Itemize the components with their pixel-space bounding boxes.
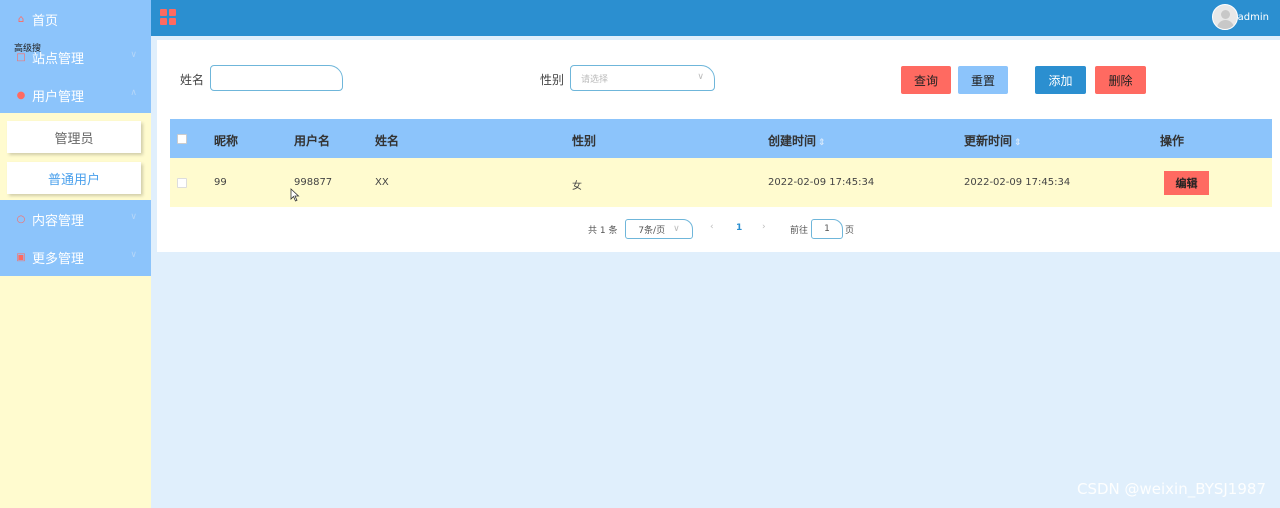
sidebar-item-label: 用户管理 — [32, 89, 85, 105]
delete-button[interactable]: 删除 — [1095, 66, 1146, 94]
watermark-text: CSDN @weixin_BYSJ1987 — [1076, 480, 1266, 498]
column-header-name: 姓名 — [375, 134, 400, 148]
overlay-tooltip-text: 高级搜 — [14, 44, 42, 54]
table-row: 99 998877 XX 女 2022-02-09 17:45:34 2022-… — [170, 158, 1272, 207]
edit-button[interactable]: 编辑 — [1164, 171, 1209, 195]
sidebar-item-label: 内容管理 — [32, 213, 85, 229]
grid-menu-icon[interactable] — [160, 9, 176, 25]
sidebar-item-label: 更多管理 — [32, 251, 85, 267]
sort-icon[interactable]: ⇕ — [1014, 138, 1022, 148]
home-icon: ⌂ — [17, 13, 25, 25]
content-icon: ○ — [16, 213, 26, 225]
chevron-down-icon: ∨ — [130, 212, 137, 222]
gender-select[interactable]: 请选择 ∨ — [570, 65, 715, 91]
page-number-current[interactable]: 1 — [736, 223, 742, 233]
column-header-updated[interactable]: 更新时间 ⇕ — [964, 132, 1022, 149]
avatar[interactable] — [1212, 4, 1238, 30]
gender-label: 性别 — [540, 73, 565, 87]
table-header: 昵称 用户名 姓名 性别 创建时间 ⇕ 更新时间 ⇕ 操作 — [170, 119, 1272, 158]
name-input[interactable] — [210, 65, 343, 91]
name-label: 姓名 — [180, 73, 205, 87]
submenu-item-admin[interactable]: 管理员 — [7, 121, 141, 153]
row-checkbox[interactable] — [177, 178, 187, 188]
top-bar: admin — [151, 0, 1280, 36]
column-header-created[interactable]: 创建时间 ⇕ — [768, 132, 826, 149]
cell-gender: 女 — [572, 181, 582, 192]
sidebar: ⌂ 首页 □ 站点管理 ∨ 高级搜 ● 用户管理 ∧ 管理员 普通用户 ○ 内容… — [0, 0, 151, 508]
page-suffix-label: 页 — [845, 226, 855, 236]
users-submenu: 管理员 普通用户 — [0, 113, 151, 200]
sidebar-item-label: 首页 — [32, 13, 59, 29]
submenu-item-normal-user[interactable]: 普通用户 — [7, 162, 141, 194]
column-header-gender: 性别 — [572, 134, 597, 148]
chevron-down-icon: ∨ — [130, 250, 137, 260]
chevron-down-icon: ∨ — [673, 224, 680, 234]
next-page-icon[interactable]: › — [762, 222, 766, 232]
cell-created: 2022-02-09 17:45:34 — [768, 177, 875, 188]
chevron-down-icon: ∨ — [697, 72, 704, 82]
pagination-total: 共 1 条 — [588, 226, 618, 236]
sidebar-item-users[interactable]: ● 用户管理 ∧ — [0, 76, 151, 114]
mouse-cursor-icon — [290, 188, 300, 202]
add-button[interactable]: 添加 — [1035, 66, 1086, 94]
reset-button[interactable]: 重置 — [958, 66, 1008, 94]
goto-page-input[interactable]: 1 — [811, 219, 843, 239]
sidebar-item-home[interactable]: ⌂ 首页 — [0, 0, 151, 38]
select-all-checkbox[interactable] — [177, 134, 187, 144]
sidebar-item-more[interactable]: ▣ 更多管理 ∨ — [0, 238, 151, 276]
chevron-up-icon: ∧ — [130, 88, 137, 98]
goto-label: 前往 — [790, 226, 809, 236]
username-label[interactable]: admin — [1238, 12, 1269, 23]
page-size-select[interactable]: 7条/页 ∨ — [625, 219, 693, 239]
gender-select-placeholder: 请选择 — [581, 75, 609, 85]
cell-name: XX — [375, 177, 389, 188]
sidebar-item-content[interactable]: ○ 内容管理 ∨ — [0, 200, 151, 238]
column-header-action: 操作 — [1160, 134, 1185, 148]
cell-updated: 2022-02-09 17:45:34 — [964, 177, 1071, 188]
chevron-down-icon: ∨ — [130, 50, 137, 60]
user-icon: ● — [16, 89, 26, 101]
sort-icon[interactable]: ⇕ — [818, 138, 826, 148]
prev-page-icon[interactable]: ‹ — [710, 222, 714, 232]
column-header-nickname: 昵称 — [214, 134, 239, 148]
cell-nickname: 99 — [214, 177, 227, 188]
query-button[interactable]: 查询 — [901, 66, 951, 94]
cell-username: 998877 — [294, 177, 333, 188]
column-header-username: 用户名 — [294, 134, 331, 148]
more-icon: ▣ — [16, 251, 26, 263]
